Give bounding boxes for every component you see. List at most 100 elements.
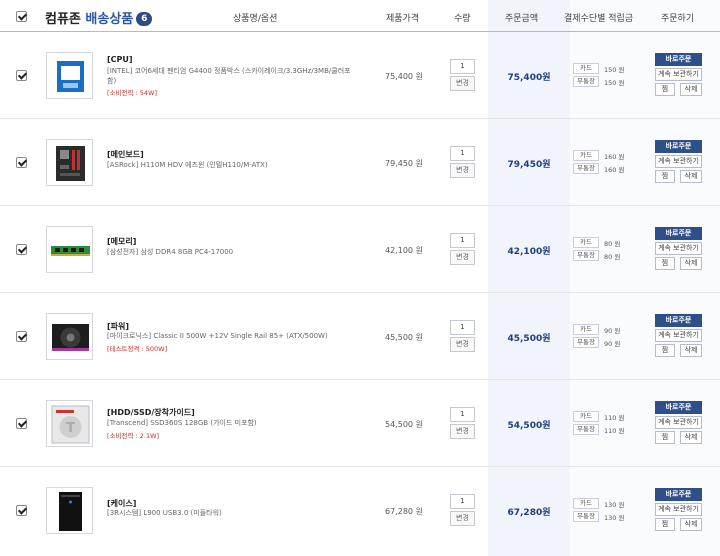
item-checkbox[interactable] — [16, 418, 27, 429]
product-spec: [테스트정격 : 500W] — [107, 345, 168, 353]
buy-now-button[interactable]: 바로주문 — [655, 488, 702, 501]
col-price-header: 제품가격 — [386, 14, 420, 24]
product-name-link[interactable]: [마이크로닉스] Classic II 500W +12V Single Rai… — [107, 331, 357, 341]
keep-wishlist-button[interactable]: 계속 보관하기 — [655, 155, 702, 168]
keep-wishlist-button[interactable]: 계속 보관하기 — [655, 68, 702, 81]
order-amount: 67,280원 — [507, 508, 551, 518]
card-points: 150 원 — [604, 66, 625, 74]
title-prefix: 컴퓨존 — [45, 12, 81, 27]
change-qty-button[interactable]: 변경 — [450, 250, 475, 265]
product-spec: [소비전력 : 54W] — [107, 89, 158, 97]
keep-wishlist-button[interactable]: 계속 보관하기 — [655, 242, 702, 255]
card-points: 160 원 — [604, 153, 625, 161]
bank-label: 무통장 — [573, 511, 599, 522]
item-checkbox[interactable] — [16, 157, 27, 168]
section-title: 컴퓨존 배송상품 6 — [45, 8, 153, 27]
product-price: 45,500 원 — [385, 333, 423, 342]
cart-page: 컴퓨존 배송상품 6 상품명/옵션 제품가격 수량 주문금액 결제수단별 적립금 … — [0, 0, 720, 556]
quantity-input[interactable]: 1 — [450, 146, 475, 161]
product-thumbnail-ssd[interactable]: T — [46, 400, 93, 447]
buy-now-button[interactable]: 바로주문 — [655, 140, 702, 153]
product-spec: [소비전력 : 2.1W] — [107, 432, 160, 440]
zzim-button[interactable]: 찜 — [655, 431, 675, 444]
bank-points: 160 원 — [604, 166, 625, 174]
product-thumbnail-case[interactable] — [46, 487, 93, 534]
product-name-link[interactable]: [ASRock] H110M HDV 에즈윈 (인텔H110/M-ATX) — [107, 160, 357, 170]
change-qty-button[interactable]: 변경 — [450, 76, 475, 91]
bank-label: 무통장 — [573, 424, 599, 435]
product-name-link[interactable]: [삼성전자] 삼성 DDR4 8GB PC4-17000 — [107, 247, 357, 257]
bank-label: 무통장 — [573, 337, 599, 348]
product-price: 54,500 원 — [385, 420, 423, 429]
item-checkbox[interactable] — [16, 70, 27, 81]
keep-wishlist-button[interactable]: 계속 보관하기 — [655, 329, 702, 342]
order-amount: 45,500원 — [507, 334, 551, 344]
item-checkbox[interactable] — [16, 244, 27, 255]
delete-button[interactable]: 삭제 — [680, 170, 702, 183]
product-price: 75,400 원 — [385, 72, 423, 81]
item-checkbox[interactable] — [16, 331, 27, 342]
order-amount: 75,400원 — [507, 73, 551, 83]
keep-wishlist-button[interactable]: 계속 보관하기 — [655, 416, 702, 429]
delete-button[interactable]: 삭제 — [680, 518, 702, 531]
card-label: 카드 — [573, 150, 599, 161]
order-amount: 79,450원 — [507, 160, 551, 170]
product-category: [HDD/SSD/장착가이드] — [107, 408, 195, 417]
change-qty-button[interactable]: 변경 — [450, 511, 475, 526]
order-amount: 42,100원 — [507, 247, 551, 257]
buy-now-button[interactable]: 바로주문 — [655, 401, 702, 414]
order-amount: 54,500원 — [507, 421, 551, 431]
card-points: 90 원 — [604, 327, 621, 335]
card-label: 카드 — [573, 324, 599, 335]
product-category: [메인보드] — [107, 150, 144, 159]
quantity-input[interactable]: 1 — [450, 494, 475, 509]
svg-text:T: T — [66, 421, 75, 436]
bank-points: 150 원 — [604, 79, 625, 87]
cart-row: [메인보드] [ASRock] H110M HDV 에즈윈 (인텔H110/M-… — [0, 119, 720, 206]
card-label: 카드 — [573, 411, 599, 422]
zzim-button[interactable]: 찜 — [655, 83, 675, 96]
change-qty-button[interactable]: 변경 — [450, 424, 475, 439]
zzim-button[interactable]: 찜 — [655, 170, 675, 183]
delete-button[interactable]: 삭제 — [680, 431, 702, 444]
zzim-button[interactable]: 찜 — [655, 257, 675, 270]
quantity-input[interactable]: 1 — [450, 407, 475, 422]
product-category: [CPU] — [107, 55, 133, 64]
bank-points: 90 원 — [604, 340, 621, 348]
col-amount-header: 주문금액 — [505, 14, 539, 24]
item-count-badge: 6 — [136, 12, 153, 26]
card-points: 110 원 — [604, 414, 625, 422]
item-checkbox[interactable] — [16, 505, 27, 516]
product-thumbnail-memory[interactable] — [46, 226, 93, 273]
buy-now-button[interactable]: 바로주문 — [655, 314, 702, 327]
product-thumbnail-cpu[interactable] — [46, 52, 93, 99]
change-qty-button[interactable]: 변경 — [450, 163, 475, 178]
card-points: 130 원 — [604, 501, 625, 509]
cart-row: [메모리] [삼성전자] 삼성 DDR4 8GB PC4-17000 42,10… — [0, 206, 720, 293]
zzim-button[interactable]: 찜 — [655, 344, 675, 357]
delete-button[interactable]: 삭제 — [680, 344, 702, 357]
product-name-link[interactable]: [Transcend] SSD360S 128GB (가이드 미포함) — [107, 418, 357, 428]
delete-button[interactable]: 삭제 — [680, 257, 702, 270]
product-price: 67,280 원 — [385, 507, 423, 516]
product-thumbnail-mainboard[interactable] — [46, 139, 93, 186]
product-category: [메모리] — [107, 237, 137, 246]
delete-button[interactable]: 삭제 — [680, 83, 702, 96]
buy-now-button[interactable]: 바로주문 — [655, 53, 702, 66]
quantity-input[interactable]: 1 — [450, 59, 475, 74]
quantity-input[interactable]: 1 — [450, 233, 475, 248]
col-order-header: 주문하기 — [661, 14, 695, 24]
buy-now-button[interactable]: 바로주문 — [655, 227, 702, 240]
product-name-link[interactable]: [3R시스템] L900 USB3.0 (미들타워) — [107, 508, 357, 518]
bank-points: 80 원 — [604, 253, 621, 261]
keep-wishlist-button[interactable]: 계속 보관하기 — [655, 503, 702, 516]
card-label: 카드 — [573, 498, 599, 509]
change-qty-button[interactable]: 변경 — [450, 337, 475, 352]
product-name-link[interactable]: [INTEL] 코어6세대 펜티엄 G4400 정품박스 (스카이레이크/3.3… — [107, 66, 357, 86]
cart-header: 컴퓨존 배송상품 6 상품명/옵션 제품가격 수량 주문금액 결제수단별 적립금 … — [0, 0, 720, 32]
title-highlight: 배송상품 — [85, 12, 134, 27]
product-thumbnail-power[interactable] — [46, 313, 93, 360]
quantity-input[interactable]: 1 — [450, 320, 475, 335]
zzim-button[interactable]: 찜 — [655, 518, 675, 531]
select-all-checkbox[interactable] — [16, 11, 27, 22]
